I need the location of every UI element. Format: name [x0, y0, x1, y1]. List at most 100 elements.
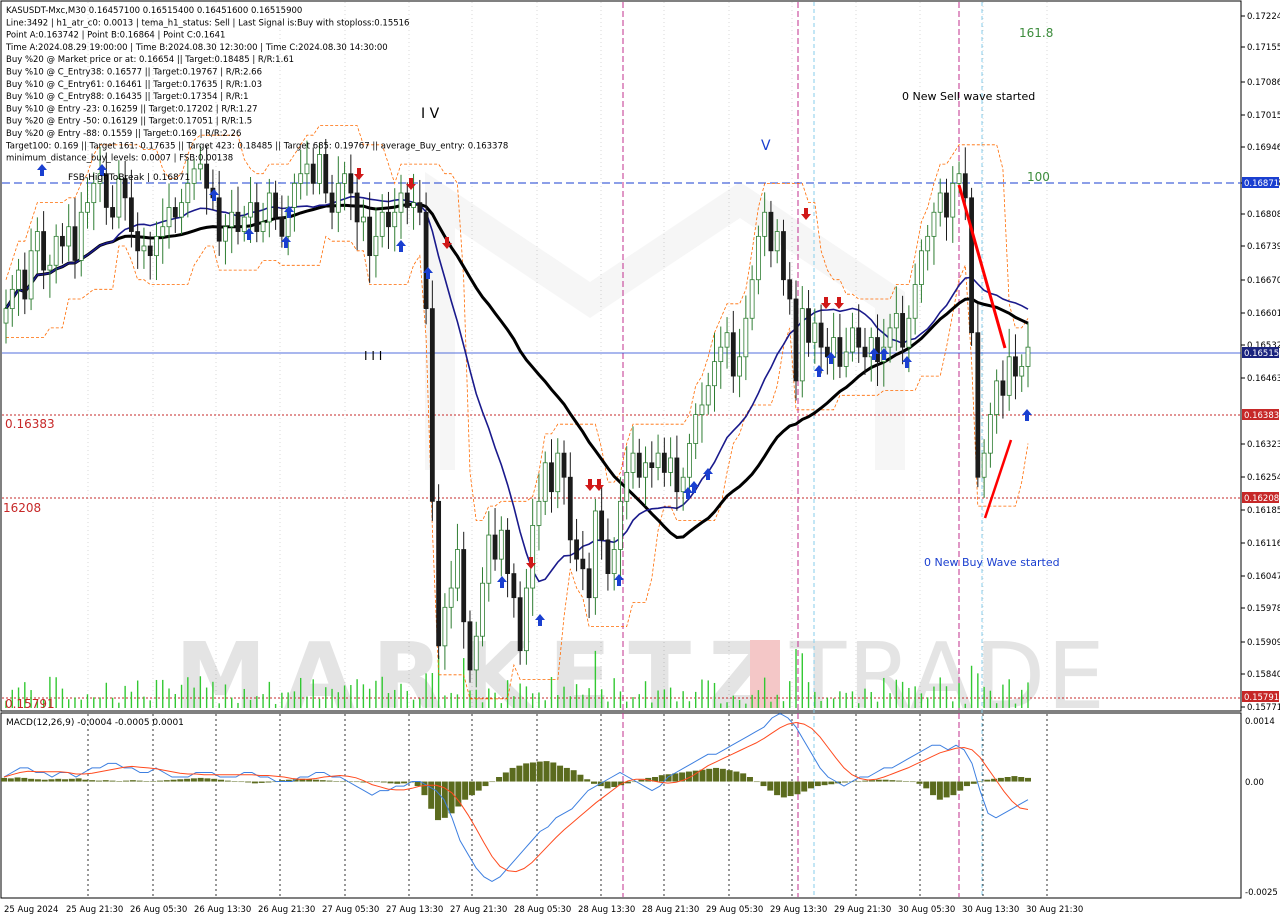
- time-tick-label: 26 Aug 21:30: [258, 905, 315, 915]
- macd-hist-bar: [984, 779, 991, 782]
- candle-body: [292, 182, 297, 208]
- macd-hist-bar: [353, 781, 360, 783]
- price-tick-label: 0.17224: [1247, 12, 1280, 22]
- candle-body: [1000, 380, 1006, 396]
- macd-hist-bar: [129, 780, 136, 782]
- macd-hist-bar: [1018, 777, 1025, 782]
- time-tick-label: 26 Aug 13:30: [194, 905, 251, 915]
- price-tick-label: 0.16946: [1247, 143, 1280, 153]
- candle-body: [34, 231, 40, 252]
- candle-body: [486, 534, 492, 584]
- macd-hist-bar: [367, 781, 374, 783]
- macd-hist-bar: [794, 781, 801, 795]
- candle-body: [975, 332, 981, 478]
- macd-hist-bar: [774, 781, 781, 796]
- candle-body: [818, 322, 824, 348]
- candle-body: [661, 452, 667, 473]
- macd-hist-bar: [584, 779, 591, 782]
- price-tick-label: 0.16808: [1247, 210, 1280, 220]
- candle-body: [718, 346, 724, 363]
- macd-hist-bar: [143, 781, 150, 782]
- macd-tick-label: -0.0025: [1245, 888, 1278, 898]
- time-tick-label: 30 Aug 05:30: [898, 905, 955, 915]
- candle-body: [555, 452, 561, 493]
- macd-hist-bar: [875, 779, 882, 782]
- candle-body: [549, 462, 554, 493]
- time-tick-label: 27 Aug 05:30: [322, 905, 379, 915]
- macd-hist-bar: [265, 781, 272, 783]
- candle-body: [837, 337, 843, 367]
- info-line-11: Target100: 0.169 || Target 161: 0.17635 …: [5, 141, 508, 151]
- candle-body: [925, 235, 931, 252]
- macd-hist-bar: [21, 777, 28, 782]
- macd-title: MACD(12,26,9) -0.0004 -0.0005 0.0001: [6, 718, 184, 728]
- candle-body: [3, 308, 9, 324]
- macd-hist-bar: [68, 778, 75, 782]
- macd-hist-bar: [753, 781, 760, 783]
- macd-hist-bar: [950, 781, 957, 796]
- candle-body: [893, 313, 899, 329]
- price-tick-label: 0.17155: [1247, 43, 1280, 53]
- price-tick-label: 0.15978: [1247, 604, 1280, 614]
- macd-hist-bar: [312, 779, 319, 782]
- time-tick-label: 25 Aug 21:30: [66, 905, 123, 915]
- macd-hist-bar: [163, 780, 170, 782]
- candle-body: [379, 211, 385, 237]
- info-line-2: Point A:0.163742 | Point B:0.16864 | Poi…: [6, 31, 225, 41]
- candle-body: [360, 216, 366, 223]
- price-tick-label: 0.16323: [1247, 440, 1280, 450]
- candle-body: [160, 226, 166, 237]
- trading-chart[interactable]: MARKETZ TRADE KASUSDT-Mxc,M30 0.16457100 …: [0, 0, 1280, 920]
- macd-hist-bar: [611, 781, 618, 787]
- time-axis[interactable]: 25 Aug 2024 25 Aug 21:30 26 Aug 05:30 26 Au…: [4, 905, 1083, 915]
- macd-hist-bar: [373, 781, 380, 783]
- candle-body: [919, 250, 924, 285]
- macd-pane[interactable]: [0, 712, 1242, 899]
- candle-body: [223, 226, 228, 242]
- macd-hist-bar: [930, 781, 937, 796]
- macd-hist-bar: [414, 781, 421, 787]
- macd-hist-bar: [75, 778, 82, 782]
- candle-body: [216, 197, 222, 242]
- info-line-3: Time A:2024.08.29 19:00:00 | Time B:2024…: [5, 43, 388, 53]
- candle-body: [643, 462, 648, 478]
- macd-hist-bar: [563, 767, 570, 782]
- candle-body: [505, 529, 510, 574]
- macd-hist-bar: [862, 780, 869, 782]
- macd-hist-bar: [780, 781, 787, 798]
- info-line-6: Buy %10 @ C_Entry61: 0.16461 || Target:0…: [6, 80, 262, 90]
- candle-body: [730, 332, 736, 377]
- time-tick-label: 29 Aug 13:30: [770, 905, 827, 915]
- macd-hist-bar: [435, 781, 442, 821]
- price-tick-label: 0.16116: [1247, 539, 1280, 549]
- info-line-1: Line:3492 | h1_atr_c0: 0.0013 | tema_h1_…: [6, 18, 409, 28]
- candle-body: [536, 500, 542, 526]
- candle-body: [749, 279, 755, 319]
- candle-body: [737, 356, 742, 377]
- candle-body: [605, 539, 611, 574]
- macd-hist-bar: [957, 781, 964, 791]
- time-tick-label: 28 Aug 13:30: [578, 905, 635, 915]
- candle-body: [787, 279, 793, 300]
- candle-body: [110, 207, 115, 218]
- candle-body: [154, 235, 159, 257]
- macd-hist-bar: [448, 781, 455, 814]
- candle-body: [279, 216, 285, 237]
- candle-body: [179, 202, 184, 218]
- macd-hist-bar: [489, 781, 496, 783]
- chart-canvas[interactable]: MARKETZ TRADE KASUSDT-Mxc,M30 0.16457100 …: [0, 0, 1280, 920]
- macd-hist-bar: [896, 780, 903, 782]
- macd-hist-bar: [543, 761, 550, 782]
- info-line-4: Buy %20 @ Market price or at: 0.16654 ||…: [6, 55, 294, 65]
- candle-body: [517, 597, 523, 652]
- candle-body: [693, 414, 699, 444]
- candle-body: [887, 327, 893, 348]
- macd-hist-bar: [814, 781, 821, 787]
- macd-hist-bar: [170, 779, 177, 782]
- macd-hist-bar: [82, 779, 89, 782]
- watermark-text-right: TRADE: [789, 623, 1105, 730]
- candle-body: [1006, 356, 1012, 396]
- macd-hist-bar: [7, 778, 14, 782]
- macd-tick-label: 0.00: [1245, 778, 1264, 788]
- candle-body: [956, 173, 962, 184]
